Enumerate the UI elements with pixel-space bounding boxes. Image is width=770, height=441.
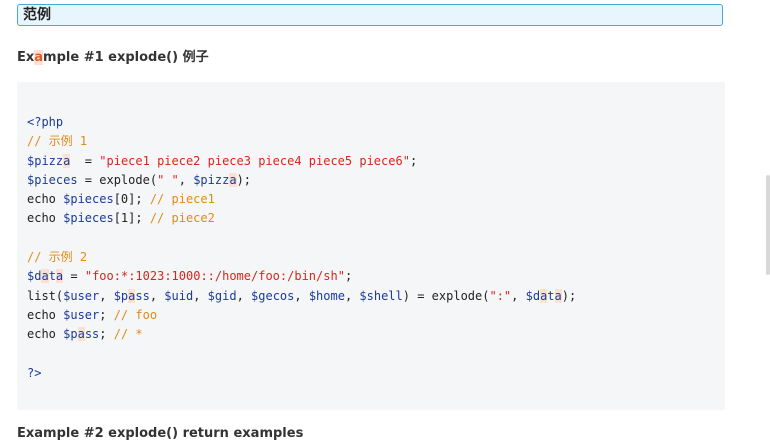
code-token: echo — [27, 307, 64, 322]
code-token: ":" — [489, 288, 512, 303]
code-token: $pizz — [193, 172, 230, 187]
code-token: // piece2 — [149, 211, 215, 226]
code-token: ); — [236, 172, 252, 187]
code-token: = explode( — [77, 172, 158, 187]
code-line: echo $pieces[0]; // piece1 — [27, 190, 725, 209]
code-token: ; — [409, 153, 418, 168]
code-token: ); — [561, 288, 577, 303]
code-token: // 示例 2 — [27, 250, 88, 265]
code-token: , — [511, 288, 526, 303]
code-token: $pieces — [63, 192, 114, 207]
code-token: " " — [157, 172, 179, 187]
code-line: $pieces = explode(" ", $pizza); — [27, 171, 725, 190]
code-line: // 示例 2 — [27, 248, 725, 267]
code-token: , — [294, 288, 309, 303]
code-token: $shell — [359, 288, 403, 303]
code-token: ss — [135, 288, 150, 303]
code-token: // 示例 1 — [27, 134, 88, 149]
search-highlight: a — [229, 172, 237, 187]
search-highlight: a — [41, 269, 49, 284]
code-token: ) = explode( — [402, 288, 490, 303]
code-token: $pieces — [63, 211, 114, 226]
code-token: $gecos — [251, 288, 295, 303]
code-token: $gid — [207, 288, 237, 303]
code-token: [0]; — [113, 192, 150, 207]
code-token: ; — [99, 327, 114, 342]
code-token: $user — [63, 307, 100, 322]
code-line: $data = "foo:*:1023:1000::/home/foo:/bin… — [27, 267, 725, 286]
code-line: echo $user; // foo — [27, 306, 725, 325]
code-token: $pizz — [27, 153, 64, 168]
code-token: t — [48, 269, 56, 284]
search-highlight: a — [77, 327, 85, 342]
code-token: , — [178, 172, 194, 187]
code-token: "piece1 piece2 piece3 piece4 piece5 piec… — [99, 153, 410, 168]
code-token: , — [193, 288, 208, 303]
scrollbar-thumb[interactable] — [766, 175, 770, 275]
code-token: , — [344, 288, 360, 303]
code-token: ; — [344, 269, 353, 284]
code-token: echo — [27, 327, 64, 342]
example-1-title: Example #1 explode() 例子 — [17, 50, 209, 65]
code-line: $pizza = "piece1 piece2 piece3 piece4 pi… — [27, 152, 725, 171]
code-line: list($user, $p a ss, $uid, $gid, $gecos, $… — [27, 287, 725, 306]
code-line: ?> — [27, 364, 725, 383]
code-token: $home — [308, 288, 345, 303]
code-token: // * — [113, 327, 143, 342]
code-token: $uid — [164, 288, 194, 303]
code-token: t — [547, 288, 555, 303]
code-token: [1]; — [113, 211, 150, 226]
section-title: 范例 — [23, 7, 51, 23]
code-token: , — [149, 288, 165, 303]
code-token: // foo — [113, 307, 158, 322]
code-block: <?php// 示例 1 $pizza = "piece1 piece2 piec… — [17, 82, 725, 410]
code-token: echo — [27, 211, 64, 226]
code-token: = — [70, 153, 100, 168]
section-header: 范例 — [17, 4, 723, 26]
code-line: // 示例 1 — [27, 132, 725, 151]
code-token: $user — [63, 288, 100, 303]
code-line: echo $pass; // * — [27, 325, 725, 344]
code-token: <?php — [27, 115, 64, 129]
example-2-title: Example #2 explode() return examples — [17, 426, 304, 441]
code-token: $p — [63, 327, 78, 342]
code-token: ?> — [27, 365, 42, 380]
code-listing: <?php// 示例 1 $pizza = "piece1 piece2 piec… — [27, 113, 725, 383]
code-token: $pieces — [27, 172, 78, 187]
search-highlight: a — [34, 50, 44, 65]
code-token: ; — [99, 307, 114, 322]
code-token: , — [236, 288, 252, 303]
code-line: <?php — [27, 113, 725, 132]
code-token: ss — [84, 327, 100, 342]
code-token: // piece1 — [149, 192, 215, 207]
code-token: , — [99, 288, 114, 303]
code-token: $d — [525, 288, 541, 303]
code-token: $d — [27, 269, 42, 284]
code-token: = — [63, 269, 85, 284]
code-token: $p — [113, 288, 129, 303]
code-token: "foo:*:1023:1000::/home/foo:/bin/sh" — [84, 269, 345, 284]
code-token: list( — [27, 288, 64, 303]
code-token: echo — [27, 192, 64, 207]
search-highlight: a — [554, 288, 562, 303]
code-line: echo $pieces[1]; // piece2 — [27, 209, 725, 228]
